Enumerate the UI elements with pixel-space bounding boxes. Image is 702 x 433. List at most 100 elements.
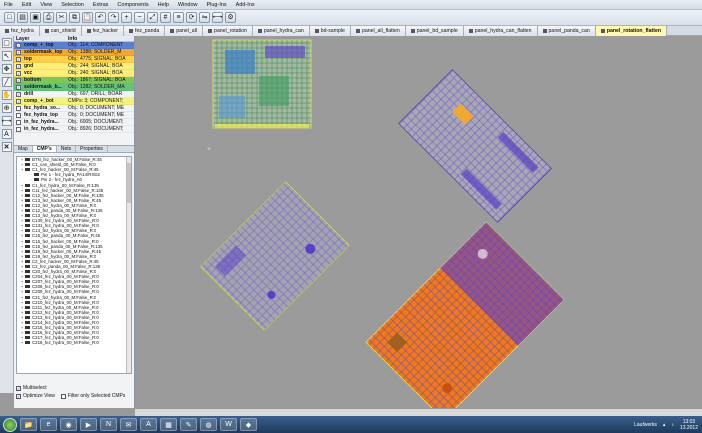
component-tree[interactable]: + BTN_fez_hacker_00_M:False_R:45 + C1_can_s… <box>16 156 132 374</box>
menu-view[interactable]: View <box>40 2 52 8</box>
tab-fez-panda[interactable]: fez_panda <box>124 26 166 36</box>
panel-tab-map[interactable]: Map <box>14 146 33 152</box>
tab-panel-hydra-can[interactable]: panel_hydra_can <box>252 26 310 36</box>
pcb-board-panda-orange[interactable] <box>365 221 565 408</box>
new-icon[interactable]: □ <box>4 12 15 23</box>
settings-icon[interactable]: ⚙ <box>225 12 236 23</box>
firefox-icon[interactable]: ◍ <box>200 418 217 431</box>
menu-addins[interactable]: Add-Ins <box>236 2 255 8</box>
tab-panel-rotation-flatten[interactable]: panel_rotation_flatten <box>595 26 668 36</box>
undo-icon[interactable]: ↶ <box>95 12 106 23</box>
filter-selected-checkbox[interactable] <box>60 393 66 399</box>
grid-icon[interactable]: # <box>160 12 171 23</box>
cut-icon[interactable]: ✂ <box>56 12 67 23</box>
redo-icon[interactable]: ↷ <box>108 12 119 23</box>
layer-row[interactable]: ✓ soldermask_top Obj.: 1388; SOLDER_M <box>14 49 134 56</box>
menu-edit[interactable]: Edit <box>22 2 31 8</box>
zoom-fit-icon[interactable]: ⤢ <box>147 12 158 23</box>
layer-visibility-checkbox[interactable] <box>16 126 21 132</box>
layer-row[interactable]: ✓ comp_+_top Obj.: 114; COMPONENT <box>14 42 134 49</box>
zoom-tool-icon[interactable]: ⊕ <box>1 103 12 113</box>
panel-tab-properties[interactable]: Properties <box>76 146 108 152</box>
media-icon[interactable]: ▶ <box>80 418 97 431</box>
layer-icon[interactable]: ≡ <box>173 12 184 23</box>
optimize-view-option[interactable]: ✓ Optimize View <box>16 392 55 400</box>
pcb-board-rotated-left[interactable] <box>200 181 350 331</box>
layer-row[interactable]: ✓ vcc Obj.: 240; SIGNAL; BOA <box>14 70 134 77</box>
layer-row[interactable]: fez_hydra_so... Obj.: 0; DOCUMENT; ME <box>14 105 134 112</box>
tab-panel-hydra-can-flatten[interactable]: panel_hydra_can_flatten <box>463 26 538 36</box>
zoom-out-icon[interactable]: − <box>134 12 145 23</box>
measure-icon[interactable]: ⟷ <box>212 12 223 23</box>
expand-icon[interactable]: + <box>20 340 24 345</box>
tab-fez-hydra[interactable]: fez_hydra <box>0 26 40 36</box>
menu-file[interactable]: File <box>4 2 13 8</box>
pcb-canvas[interactable]: + <box>135 36 702 408</box>
paint-icon[interactable]: ✎ <box>180 418 197 431</box>
menu-selection[interactable]: Selection <box>61 2 84 8</box>
optimize-view-checkbox[interactable]: ✓ <box>16 393 21 399</box>
menu-extras[interactable]: Extras <box>93 2 109 8</box>
onenote-icon[interactable]: N <box>100 418 117 431</box>
tab-panel-all-flatten[interactable]: panel_all_flatten <box>350 26 406 36</box>
menu-help[interactable]: Help <box>158 2 169 8</box>
tab-bd-sample[interactable]: bd-sample <box>309 26 351 36</box>
menu-window[interactable]: Window <box>178 2 198 8</box>
layer-row[interactable]: in_fez_hydra... Obj.: 8926; DOCUMENT; <box>14 126 134 133</box>
pcb-drawing[interactable]: + <box>135 36 702 408</box>
tab-fez-hacker[interactable]: fez_hacker <box>81 26 124 36</box>
layer-visibility-checkbox[interactable] <box>16 105 21 111</box>
clock[interactable]: 13:03 13.2012 <box>680 419 698 431</box>
mirror-icon[interactable]: ⇋ <box>199 12 210 23</box>
pointer-tool-icon[interactable]: ↖ <box>1 51 12 61</box>
network-icon[interactable]: ▴ <box>663 422 666 428</box>
layer-visibility-checkbox[interactable]: ✓ <box>16 91 21 97</box>
multiselect-checkbox[interactable]: ✓ <box>16 385 21 391</box>
layer-visibility-checkbox[interactable]: ✓ <box>16 77 21 83</box>
layer-row[interactable]: ✓ top Obj.: 4775; SIGNAL; BOA <box>14 56 134 63</box>
scrollbar-thumb[interactable] <box>127 163 131 203</box>
layer-visibility-checkbox[interactable]: ✓ <box>16 42 21 48</box>
tab-panel-panda-can[interactable]: panel_panda_can <box>537 26 596 36</box>
tab-panel-all[interactable]: panel_all <box>165 26 204 36</box>
explorer-icon[interactable]: 📁 <box>20 418 37 431</box>
layer-row[interactable]: ✓ bottom Obj.: 1867; SIGNAL; BOA <box>14 77 134 84</box>
menu-components[interactable]: Components <box>117 2 148 8</box>
layer-visibility-checkbox[interactable]: ✓ <box>16 63 21 69</box>
paste-icon[interactable]: 📋 <box>82 12 93 23</box>
word-icon[interactable]: W <box>220 418 237 431</box>
access-icon[interactable]: ▦ <box>160 418 177 431</box>
layer-visibility-checkbox[interactable]: ✓ <box>16 84 21 90</box>
measure-tool-icon[interactable]: ⟷ <box>1 116 12 126</box>
layer-row[interactable]: ✓ comp_+_bot CMPs: 3; COMPONENT; <box>14 98 134 105</box>
tree-scrollbar[interactable] <box>126 157 131 373</box>
open-icon[interactable]: ▤ <box>17 12 28 23</box>
acrobat-icon[interactable]: A <box>140 418 157 431</box>
tree-item[interactable]: + C218_fez_hydra_00_M:False_R:0 <box>17 340 131 345</box>
zoom-in-icon[interactable]: + <box>121 12 132 23</box>
layer-visibility-checkbox[interactable] <box>16 112 21 118</box>
volume-icon[interactable]: ♪ <box>671 422 674 428</box>
text-tool-icon[interactable]: A <box>1 129 12 139</box>
layer-row[interactable]: ✓ soldermask_b... Obj.: 1282; SOLDER_MA <box>14 84 134 91</box>
windows-start-icon[interactable] <box>3 417 17 432</box>
layer-visibility-checkbox[interactable]: ✓ <box>16 49 21 55</box>
expand-icon[interactable]: + <box>20 167 24 172</box>
pan-tool-icon[interactable]: ✋ <box>1 90 12 100</box>
rotate-icon[interactable]: ⟳ <box>186 12 197 23</box>
chrome-icon[interactable]: ◉ <box>60 418 77 431</box>
copy-icon[interactable]: ⧉ <box>69 12 80 23</box>
print-icon[interactable]: ⎙ <box>43 12 54 23</box>
pcb-board-rotated-top-right[interactable] <box>398 69 552 223</box>
layer-visibility-checkbox[interactable]: ✓ <box>16 98 21 104</box>
move-tool-icon[interactable]: ✥ <box>1 64 12 74</box>
filter-selected-option[interactable]: Filter only Selected CMPs <box>60 392 125 400</box>
tab-can-shield[interactable]: can_shield <box>39 26 82 36</box>
ie-icon[interactable]: e <box>40 418 57 431</box>
outlook-icon[interactable]: ✉ <box>120 418 137 431</box>
cam-icon[interactable]: ◆ <box>240 418 257 431</box>
menu-plugins[interactable]: Plug-Ins <box>206 2 226 8</box>
route-tool-icon[interactable]: ╱ <box>1 77 12 87</box>
delete-tool-icon[interactable]: ✕ <box>1 142 12 152</box>
layer-row[interactable]: ✓ drill Obj.: 697; DRILL; BOAR <box>14 91 134 98</box>
